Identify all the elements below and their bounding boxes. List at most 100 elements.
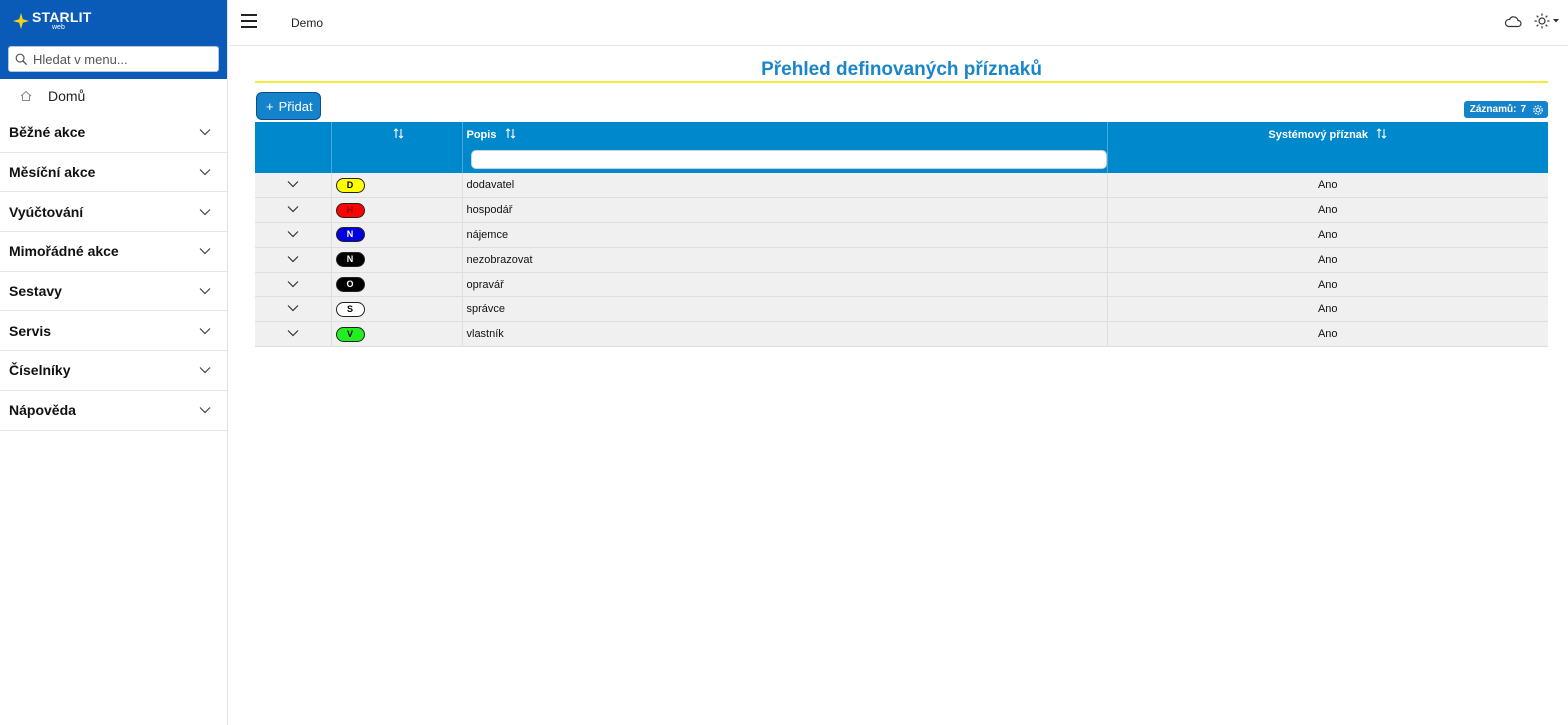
sidebar-group-ciselniky[interactable]: Číselníky bbox=[0, 351, 227, 391]
flag-badge: S bbox=[335, 301, 365, 317]
row-expand-cell[interactable] bbox=[255, 222, 332, 248]
flag-badge: N bbox=[335, 227, 365, 243]
row-expand-cell[interactable] bbox=[255, 247, 332, 273]
home-icon bbox=[20, 90, 32, 101]
sort-icon[interactable] bbox=[505, 127, 516, 139]
header-popis[interactable]: Popis bbox=[462, 122, 1108, 146]
table-filter-row bbox=[255, 146, 1548, 173]
records-count: 7 bbox=[1520, 104, 1526, 115]
system-flag-cell: Ano bbox=[1107, 296, 1548, 323]
cloud-icon[interactable] bbox=[1504, 14, 1522, 28]
code-cell: N bbox=[331, 247, 463, 273]
add-button-label: Přidat bbox=[278, 98, 313, 114]
search-icon bbox=[15, 53, 28, 66]
chevron-down-icon[interactable] bbox=[287, 329, 299, 337]
chevron-down-icon[interactable] bbox=[287, 205, 299, 213]
breadcrumb: Demo bbox=[291, 16, 324, 30]
sidebar-group-label: Číselníky bbox=[9, 362, 71, 379]
chevron-down-icon bbox=[199, 407, 211, 414]
app-logo[interactable]: STARLIT web bbox=[12, 10, 91, 31]
code-cell: S bbox=[331, 296, 463, 323]
flag-badge: N bbox=[335, 252, 365, 268]
records-count-badge[interactable]: Záznamů: 7 bbox=[1463, 101, 1548, 118]
header-system-label: Systémový příznak bbox=[1268, 128, 1369, 141]
system-flag-cell: Ano bbox=[1107, 247, 1548, 273]
header-expand bbox=[255, 122, 332, 146]
sidebar-group-label: Měsíční akce bbox=[9, 164, 96, 181]
sidebar-group-label: Běžné akce bbox=[9, 124, 86, 141]
chevron-down-icon bbox=[199, 248, 211, 255]
chevron-down-icon[interactable] bbox=[287, 255, 299, 263]
flag-badge: H bbox=[335, 202, 365, 218]
sidebar-group-mesicni-akce[interactable]: Měsíční akce bbox=[0, 153, 227, 193]
caret-down-icon bbox=[1553, 19, 1559, 23]
row-expand-cell[interactable] bbox=[255, 173, 332, 199]
toolbar: + Přidat Záznamů: 7 bbox=[255, 92, 1548, 122]
page-title: Přehled definovaných příznaků bbox=[255, 46, 1548, 83]
table-row[interactable]: Hhospodář Ano bbox=[255, 197, 1548, 224]
chevron-down-icon bbox=[199, 367, 211, 374]
header-system[interactable]: Systémový příznak bbox=[1107, 122, 1548, 146]
plus-icon: + bbox=[266, 98, 274, 114]
table-row[interactable]: Ssprávce Ano bbox=[255, 296, 1548, 323]
sidebar-group-label: Vyúčtování bbox=[9, 203, 84, 220]
table-row[interactable]: Vvlastník Ano bbox=[255, 321, 1548, 348]
table-header-row: Popis Systémový příznak bbox=[255, 122, 1548, 146]
chevron-down-icon[interactable] bbox=[287, 180, 299, 188]
table-row[interactable]: Oopravář Ano bbox=[255, 272, 1548, 298]
sidebar: STARLIT web Domů Běžné akce Měsíční akce… bbox=[0, 0, 228, 725]
chevron-down-icon bbox=[199, 288, 211, 295]
sort-icon[interactable] bbox=[1376, 127, 1387, 139]
menu-search-input[interactable] bbox=[33, 47, 218, 71]
chevron-down-icon[interactable] bbox=[287, 304, 299, 312]
popis-cell: nájemce bbox=[462, 222, 1108, 248]
flag-badge: V bbox=[335, 326, 365, 342]
top-bar: Demo bbox=[229, 0, 1568, 46]
code-cell: V bbox=[331, 321, 463, 348]
chevron-down-icon[interactable] bbox=[287, 230, 299, 238]
popis-cell: opravář bbox=[462, 272, 1108, 298]
popis-filter-input[interactable] bbox=[470, 150, 1107, 169]
row-expand-cell[interactable] bbox=[255, 272, 332, 298]
system-flag-cell: Ano bbox=[1107, 222, 1548, 248]
table-body: Ddodavatel Ano Hhospodář Ano Nnájemce Ano Nnez… bbox=[255, 173, 1548, 348]
chevron-down-icon[interactable] bbox=[287, 280, 299, 288]
hamburger-menu-icon[interactable] bbox=[241, 14, 257, 28]
menu-search-area bbox=[0, 40, 227, 79]
table-row[interactable]: Nnájemce Ano bbox=[255, 222, 1548, 248]
sidebar-item-home[interactable]: Domů bbox=[0, 79, 227, 113]
chevron-down-icon bbox=[199, 208, 211, 216]
header-code[interactable] bbox=[331, 122, 463, 146]
sidebar-group-sestavy[interactable]: Sestavy bbox=[0, 272, 227, 312]
flags-table: Popis Systémový příznak Ddodavatel Ano Hho… bbox=[255, 122, 1548, 348]
code-cell: H bbox=[331, 197, 463, 224]
popis-cell: nezobrazovat bbox=[462, 247, 1108, 273]
system-flag-cell: Ano bbox=[1107, 173, 1548, 199]
brand-bar: STARLIT web bbox=[0, 0, 227, 40]
sidebar-item-label: Domů bbox=[48, 88, 86, 104]
sidebar-group-vyuctovani[interactable]: Vyúčtování bbox=[0, 192, 227, 233]
gear-icon[interactable] bbox=[1532, 104, 1544, 116]
row-expand-cell[interactable] bbox=[255, 197, 332, 224]
brand-name: STARLIT bbox=[32, 9, 92, 25]
brand-subtitle: web bbox=[52, 24, 65, 31]
sidebar-group-bezne-akce[interactable]: Běžné akce bbox=[0, 113, 227, 153]
sidebar-group-napoveda[interactable]: Nápověda bbox=[0, 391, 227, 431]
system-flag-cell: Ano bbox=[1107, 272, 1548, 298]
add-button[interactable]: + Přidat bbox=[256, 92, 321, 120]
sort-icon[interactable] bbox=[393, 127, 404, 139]
chevron-down-icon bbox=[199, 169, 211, 176]
table-row[interactable]: Ddodavatel Ano bbox=[255, 173, 1548, 199]
table-row[interactable]: Nnezobrazovat Ano bbox=[255, 247, 1548, 273]
sidebar-group-label: Mimořádné akce bbox=[9, 243, 119, 260]
main-content: Přehled definovaných příznaků + Přidat Z… bbox=[255, 46, 1548, 348]
sidebar-group-mimoradne-akce[interactable]: Mimořádné akce bbox=[0, 232, 227, 272]
header-popis-label: Popis bbox=[466, 128, 497, 141]
chevron-down-icon bbox=[199, 327, 211, 335]
row-expand-cell[interactable] bbox=[255, 321, 332, 348]
chevron-down-icon bbox=[199, 129, 211, 136]
sidebar-group-servis[interactable]: Servis bbox=[0, 311, 227, 352]
row-expand-cell[interactable] bbox=[255, 296, 332, 323]
theme-toggle[interactable] bbox=[1534, 13, 1560, 29]
records-label: Záznamů: bbox=[1469, 104, 1517, 115]
